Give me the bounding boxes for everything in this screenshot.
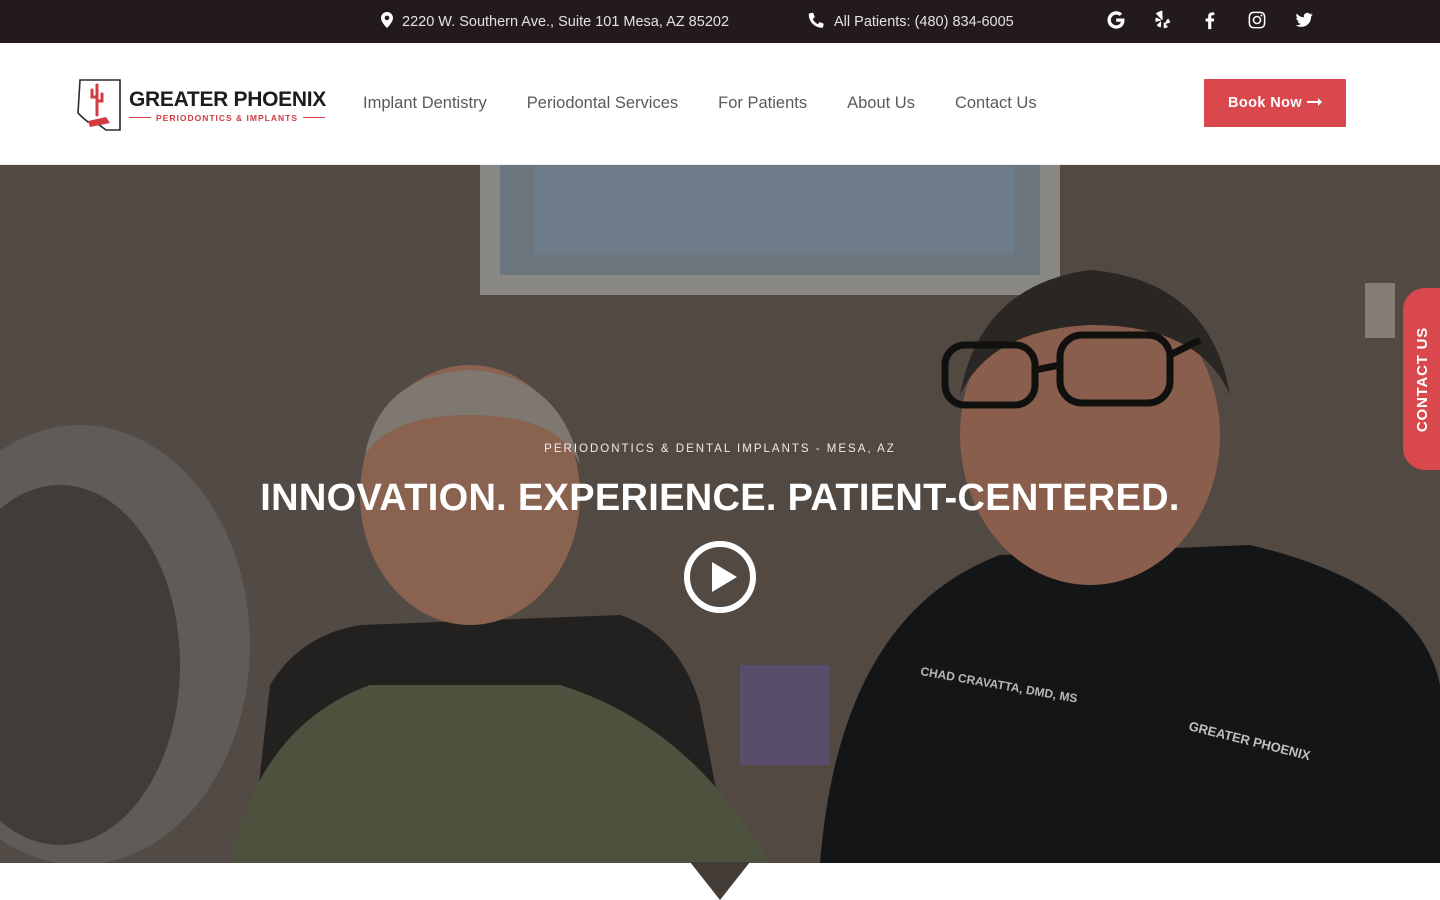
book-now-label: Book Now [1227, 95, 1303, 111]
logo-subtitle: PERIODONTICS & IMPLANTS [129, 113, 326, 123]
hero-eyebrow: PERIODONTICS & DENTAL IMPLANTS - MESA, A… [544, 443, 896, 455]
nav-implant-dentistry[interactable]: Implant Dentistry [363, 94, 487, 113]
logo-text: GREATER PHOENIX PERIODONTICS & IMPLANTS [129, 88, 326, 123]
side-contact-label: CONTACT US [1414, 326, 1432, 432]
site-logo[interactable]: GREATER PHOENIX PERIODONTICS & IMPLANTS [76, 75, 340, 135]
logo-name: GREATER PHOENIX [129, 87, 326, 111]
phone-text: All Patients: (480) 834-6005 [834, 13, 1014, 30]
side-contact-tab[interactable]: CONTACT US [1403, 288, 1440, 470]
site-header: GREATER PHOENIX PERIODONTICS & IMPLANTS … [0, 43, 1440, 165]
hero-headline: INNOVATION. EXPERIENCE. PATIENT-CENTERED… [260, 477, 1180, 519]
facebook-icon[interactable] [1198, 9, 1221, 32]
map-pin-icon [381, 11, 393, 32]
twitter-icon[interactable] [1292, 9, 1315, 32]
book-now-button[interactable]: Book Now [1204, 79, 1346, 127]
instagram-icon[interactable] [1245, 9, 1268, 32]
section-notch [690, 862, 750, 900]
logo-rule-right [303, 117, 326, 118]
play-video-button[interactable] [683, 540, 757, 614]
nav-periodontal-services[interactable]: Periodontal Services [527, 94, 678, 113]
nav-about-us[interactable]: About Us [847, 94, 915, 113]
arrow-right-icon [1307, 95, 1323, 111]
arizona-cactus-logo-icon [76, 77, 122, 133]
logo-sub-text: PERIODONTICS & IMPLANTS [156, 112, 299, 123]
top-bar: 2220 W. Southern Ave., Suite 101 Mesa, A… [0, 0, 1440, 43]
logo-rule-left [129, 117, 151, 118]
address-text: 2220 W. Southern Ave., Suite 101 Mesa, A… [402, 13, 730, 30]
nav-for-patients[interactable]: For Patients [718, 94, 807, 113]
yelp-icon[interactable] [1151, 9, 1174, 32]
address[interactable]: 2220 W. Southern Ave., Suite 101 Mesa, A… [381, 0, 729, 43]
google-icon[interactable] [1104, 9, 1127, 32]
main-nav: Implant Dentistry Periodontal Services F… [363, 43, 1077, 163]
phone-icon [808, 12, 824, 32]
play-icon [684, 541, 756, 613]
social-links [1104, 0, 1315, 40]
nav-contact-us[interactable]: Contact Us [955, 94, 1037, 113]
hero-section: CHAD CRAVATTA, DMD, MS GREATER PHOENIX P… [0, 165, 1440, 863]
phone-link[interactable]: All Patients: (480) 834-6005 [808, 0, 1014, 43]
